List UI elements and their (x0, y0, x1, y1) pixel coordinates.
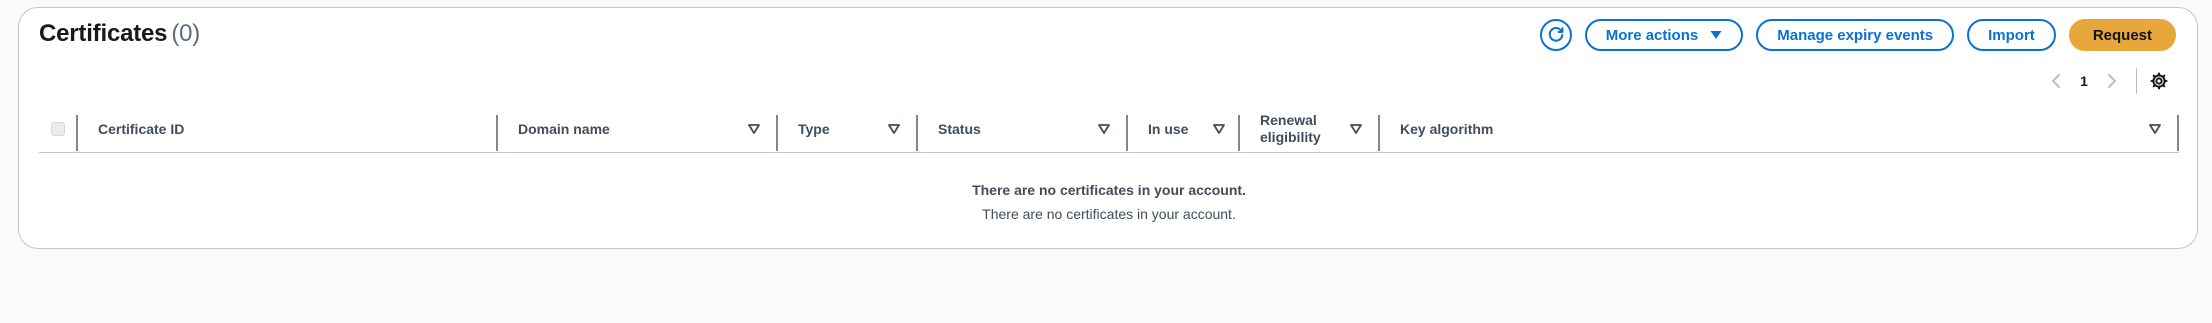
column-label: Status (938, 120, 981, 137)
column-label: Domain name (518, 120, 610, 137)
sort-caret-icon (888, 124, 900, 134)
header-actions: More actions Manage expiry events Import… (1539, 19, 2176, 51)
sort-caret-icon (748, 124, 760, 134)
column-label: Type (798, 120, 830, 137)
manage-expiry-events-label: Manage expiry events (1777, 26, 1934, 44)
certificates-table: Certificate ID Domain name Type Status I… (39, 106, 2179, 153)
column-header-domain-name[interactable]: Domain name (498, 106, 776, 152)
column-header-renewal-eligibility[interactable]: Renewal eligibility (1240, 106, 1378, 152)
page-title-text: Certificates (39, 20, 168, 47)
refresh-icon (1548, 27, 1564, 42)
manage-expiry-events-button[interactable]: Manage expiry events (1756, 19, 1955, 51)
sort-caret-icon (2149, 124, 2161, 134)
caret-down-icon (1710, 31, 1722, 39)
sort-caret-icon (1350, 124, 1362, 134)
table-header: Certificate ID Domain name Type Status I… (39, 106, 2179, 153)
empty-state-description: There are no certificates in your accoun… (982, 206, 1236, 222)
more-actions-button[interactable]: More actions (1584, 19, 1744, 51)
gear-icon (2150, 72, 2168, 90)
column-label: Key algorithm (1400, 120, 1494, 137)
sort-caret-icon (1098, 124, 1110, 134)
refresh-button[interactable] (1539, 19, 1572, 51)
request-label: Request (2092, 26, 2152, 44)
column-header-key-algorithm[interactable]: Key algorithm (1380, 106, 2177, 152)
sort-caret-icon (1213, 124, 1225, 134)
page-title: Certificates (0) (39, 20, 200, 48)
empty-state-title: There are no certificates in your accoun… (972, 182, 1246, 198)
column-header-in-use[interactable]: In use (1128, 106, 1238, 152)
column-header-certificate-id[interactable]: Certificate ID (78, 106, 536, 152)
empty-state: There are no certificates in your accoun… (39, 181, 2179, 223)
chevron-right-icon (2108, 74, 2116, 88)
column-label: Renewal eligibility (1260, 112, 1321, 145)
certificates-panel: Certificates (0) More actions Manage expi… (18, 7, 2198, 249)
column-label: Certificate ID (98, 120, 185, 137)
pagination: 1 (2042, 65, 2173, 97)
table-preferences-button[interactable] (2145, 67, 2173, 95)
more-actions-label: More actions (1605, 26, 1699, 44)
current-page-number[interactable]: 1 (2070, 73, 2098, 89)
certificate-count: (0) (171, 20, 201, 47)
next-page-button[interactable] (2098, 67, 2126, 95)
request-button[interactable]: Request (2068, 19, 2176, 51)
column-header-status[interactable]: Status (918, 106, 1126, 152)
column-header-type[interactable]: Type (778, 106, 916, 152)
chevron-left-icon (2052, 74, 2060, 88)
import-label: Import (1988, 26, 2035, 44)
column-label: In use (1148, 120, 1189, 137)
previous-page-button[interactable] (2042, 67, 2070, 95)
column-divider[interactable] (2177, 115, 2179, 151)
select-all-checkbox[interactable] (51, 122, 65, 136)
pagination-divider (2136, 68, 2137, 94)
import-button[interactable]: Import (1967, 19, 2056, 51)
